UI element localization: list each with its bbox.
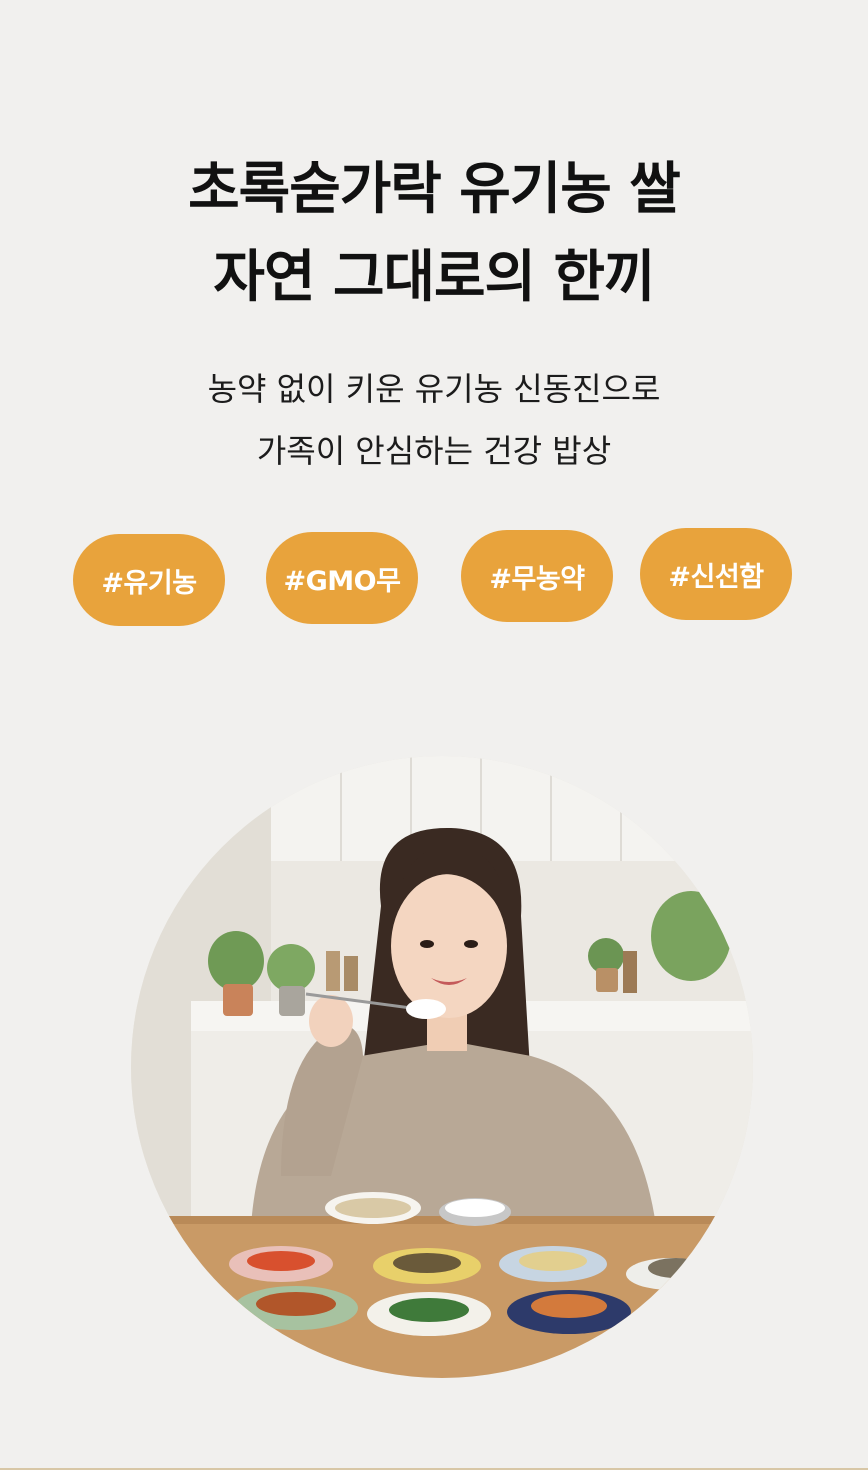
subtext: 농약 없이 키운 유기농 신동진으로 가족이 안심하는 건강 밥상 — [0, 358, 868, 482]
headline: 초록숟가락 유기농 쌀 자연 그대로의 한끼 — [0, 146, 868, 322]
tag-gmo-free[interactable]: #GMO무 — [266, 532, 418, 624]
headline-line-1: 초록숟가락 유기농 쌀 — [188, 157, 681, 222]
tag-pesticide-free[interactable]: #무농약 — [461, 530, 613, 622]
woman-eating-rice-illustration — [131, 756, 753, 1378]
subtext-line-1: 농약 없이 키운 유기농 신동진으로 — [207, 370, 661, 408]
headline-line-2: 자연 그대로의 한끼 — [213, 245, 655, 310]
tag-fresh[interactable]: #신선함 — [640, 528, 792, 620]
subtext-line-2: 가족이 안심하는 건강 밥상 — [256, 432, 612, 470]
tag-organic[interactable]: #유기농 — [73, 534, 225, 626]
hashtag-list: #유기농 #GMO무 #무농약 #신선함 — [0, 528, 868, 628]
hero-photo — [131, 756, 753, 1378]
